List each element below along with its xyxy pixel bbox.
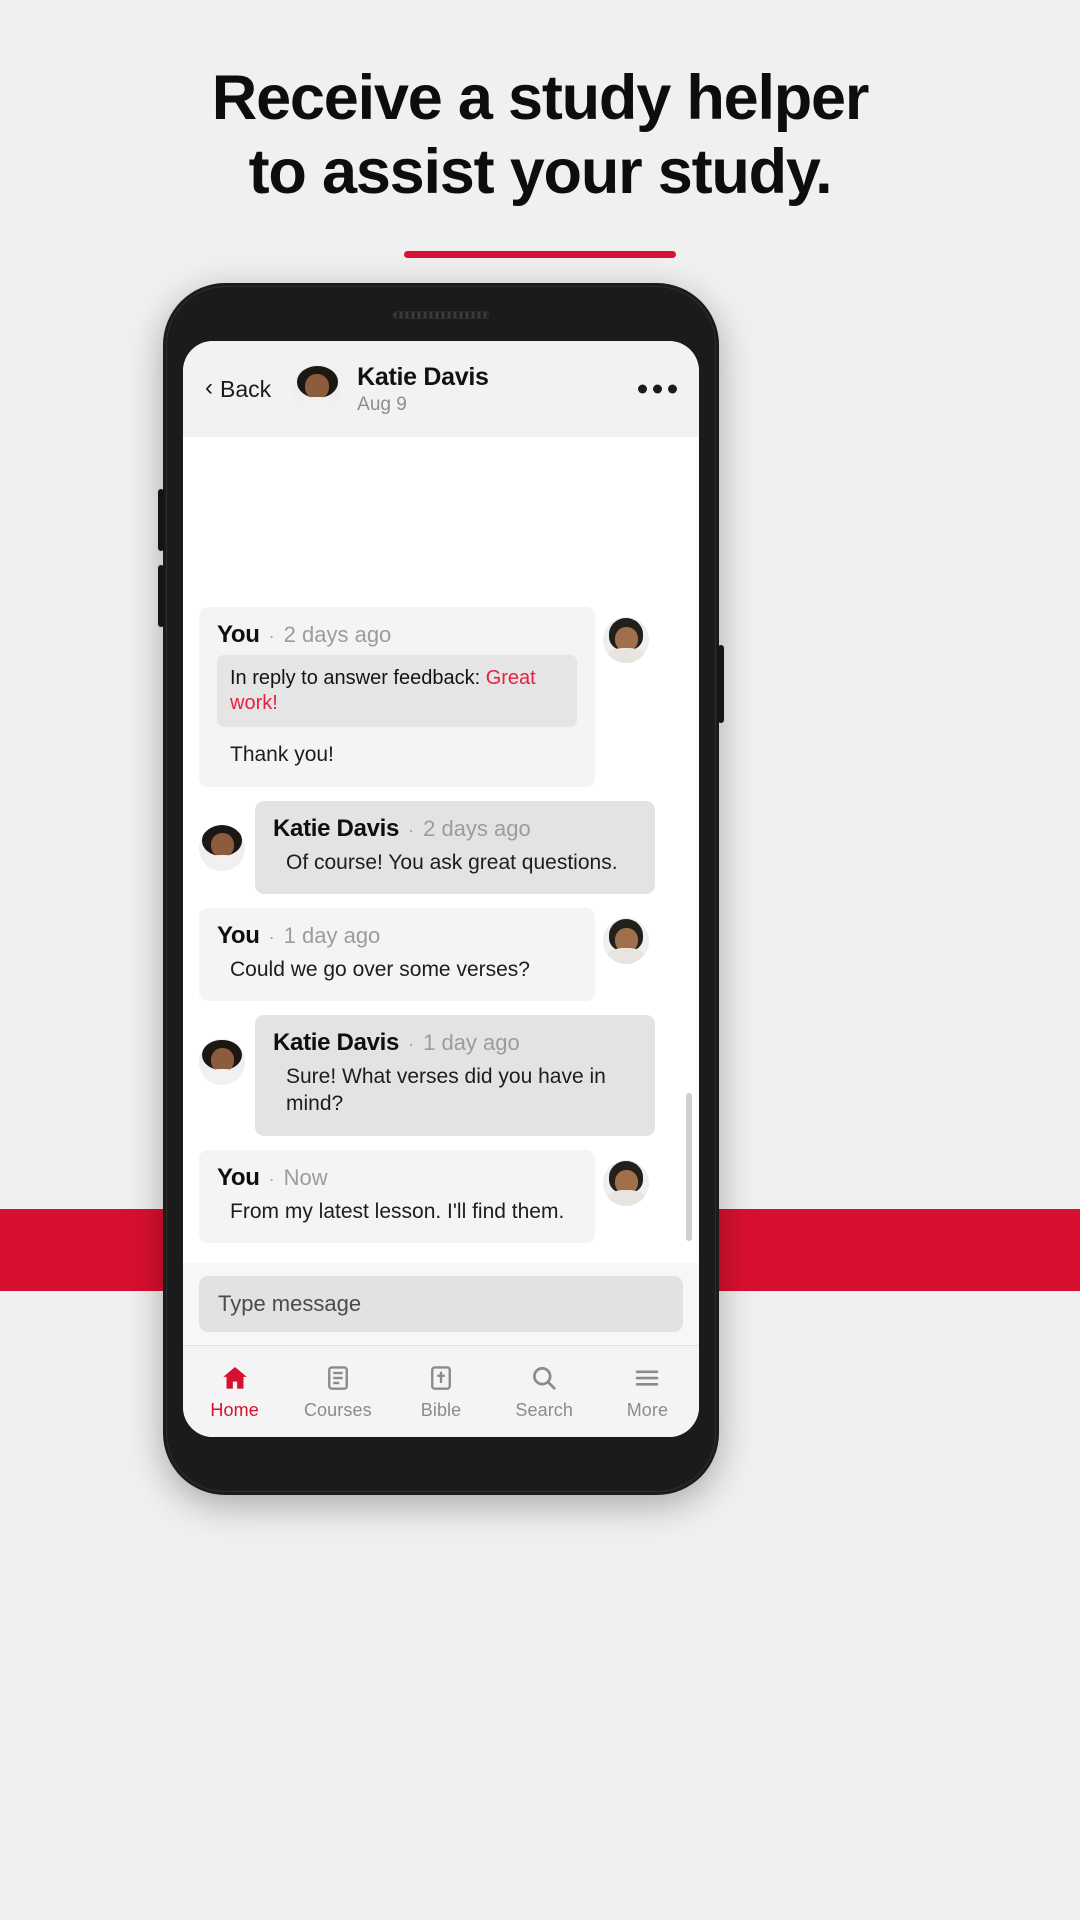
- message-sender: Katie Davis: [273, 1029, 400, 1057]
- nav-item-home[interactable]: Home: [183, 1363, 286, 1421]
- chevron-left-icon: ‹: [205, 374, 213, 401]
- nav-label: Bible: [420, 1399, 462, 1420]
- message-text: Of course! You ask great questions.: [286, 850, 618, 874]
- message-text: From my latest lesson. I'll find them.: [230, 1199, 565, 1223]
- message-list[interactable]: You · 2 days ago In reply to answer feed…: [183, 437, 699, 1263]
- more-options-button[interactable]: [638, 384, 677, 394]
- message-timestamp: 1 day ago: [283, 922, 381, 948]
- nav-label: Courses: [303, 1399, 372, 1420]
- message-bubble[interactable]: Katie Davis · 2 days ago Of course! You …: [255, 800, 655, 894]
- message-composer: Type message: [183, 1263, 699, 1345]
- message-timestamp: 2 days ago: [283, 622, 392, 648]
- nav-item-bible[interactable]: Bible: [389, 1363, 492, 1421]
- meta-separator: ·: [268, 1168, 275, 1189]
- volume-up-button[interactable]: [158, 489, 164, 551]
- message-row: Katie Davis · 2 days ago Of course! You …: [199, 800, 683, 894]
- nav-item-search[interactable]: Search: [493, 1363, 596, 1421]
- promo-headline-block: Receive a study helper to assist your st…: [0, 62, 1080, 259]
- more-horizontal-icon: [638, 384, 647, 394]
- page-title: Receive a study helper to assist your st…: [0, 62, 1080, 209]
- contact-avatar[interactable]: [199, 824, 245, 871]
- message-sender: Katie Davis: [273, 814, 400, 842]
- meta-separator: ·: [408, 1034, 415, 1055]
- nav-item-courses[interactable]: Courses: [286, 1363, 389, 1421]
- nav-label: More: [626, 1399, 669, 1420]
- message-text: Sure! What verses did you have in mind?: [286, 1065, 606, 1116]
- message-bubble[interactable]: You · 1 day ago Could we go over some ve…: [199, 907, 595, 1002]
- message-row: You · 2 days ago In reply to answer feed…: [199, 607, 683, 787]
- message-list-scrollbar[interactable]: [686, 1093, 692, 1241]
- message-text: Could we go over some verses?: [230, 957, 530, 981]
- bottom-navigation: Home Courses Bible Search More: [183, 1345, 699, 1437]
- headline-line-1: Receive a study helper: [211, 63, 870, 133]
- message-bubble[interactable]: You · 2 days ago In reply to answer feed…: [199, 607, 595, 787]
- contact-avatar[interactable]: [293, 365, 342, 413]
- home-icon: [220, 1363, 250, 1393]
- earpiece-speaker-icon: [392, 311, 490, 319]
- quote-prefix: In reply to answer feedback:: [230, 667, 486, 690]
- power-button[interactable]: [718, 645, 724, 723]
- message-bubble[interactable]: Katie Davis · 1 day ago Sure! What verse…: [255, 1015, 655, 1136]
- avatar-image: [603, 917, 649, 964]
- message-meta: Katie Davis · 1 day ago: [273, 1029, 637, 1057]
- quoted-feedback: In reply to answer feedback: Great work!: [217, 655, 577, 728]
- more-horizontal-icon: [668, 384, 677, 394]
- phone-screen: ‹ Back Katie Davis Aug 9 You · 2 days ag…: [183, 341, 699, 1437]
- message-sender: You: [217, 621, 260, 649]
- message-meta: You · 2 days ago: [217, 621, 577, 649]
- chat-header: ‹ Back Katie Davis Aug 9: [183, 341, 699, 437]
- message-row: You · 1 day ago Could we go over some ve…: [199, 907, 683, 1002]
- back-button-label: Back: [220, 375, 272, 402]
- user-avatar[interactable]: [603, 1159, 649, 1206]
- message-sender: You: [217, 921, 260, 949]
- message-timestamp: 1 day ago: [423, 1030, 520, 1056]
- search-icon: [529, 1363, 559, 1393]
- nav-label: Home: [210, 1399, 259, 1420]
- avatar-image: [199, 824, 245, 871]
- contact-info: Katie Davis Aug 9: [357, 363, 489, 416]
- more-horizontal-icon: [653, 384, 662, 394]
- nav-item-more[interactable]: More: [596, 1363, 699, 1421]
- message-timestamp: Now: [283, 1164, 328, 1190]
- nav-label: Search: [515, 1399, 574, 1420]
- accent-divider: [404, 251, 676, 259]
- conversation-date: Aug 9: [357, 393, 407, 415]
- message-meta: You · Now: [217, 1164, 577, 1192]
- avatar-image: [603, 617, 649, 664]
- avatar-image: [199, 1039, 245, 1086]
- phone-mockup: ‹ Back Katie Davis Aug 9 You · 2 days ag…: [158, 283, 724, 1495]
- contact-avatar[interactable]: [199, 1039, 245, 1086]
- message-meta: Katie Davis · 2 days ago: [273, 815, 637, 843]
- volume-down-button[interactable]: [158, 565, 164, 627]
- message-bubble[interactable]: You · Now From my latest lesson. I'll fi…: [199, 1149, 595, 1243]
- avatar-image: [293, 365, 342, 413]
- message-meta: You · 1 day ago: [217, 922, 577, 950]
- avatar-image: [603, 1159, 649, 1206]
- message-row: You · Now From my latest lesson. I'll fi…: [199, 1149, 683, 1243]
- message-sender: You: [217, 1163, 260, 1191]
- menu-icon: [632, 1363, 662, 1393]
- meta-separator: ·: [268, 926, 275, 947]
- message-text: Thank you!: [230, 743, 334, 767]
- meta-separator: ·: [268, 626, 275, 647]
- user-avatar[interactable]: [603, 617, 649, 664]
- book-icon: [323, 1363, 353, 1393]
- message-row: Katie Davis · 1 day ago Sure! What verse…: [199, 1015, 683, 1136]
- headline-line-2: to assist your study.: [248, 136, 833, 207]
- message-timestamp: 2 days ago: [423, 815, 531, 841]
- back-button[interactable]: ‹ Back: [205, 376, 271, 403]
- contact-name: Katie Davis: [357, 362, 489, 391]
- message-input[interactable]: Type message: [199, 1276, 683, 1332]
- bible-icon: [426, 1363, 456, 1393]
- meta-separator: ·: [408, 819, 415, 840]
- user-avatar[interactable]: [603, 917, 649, 964]
